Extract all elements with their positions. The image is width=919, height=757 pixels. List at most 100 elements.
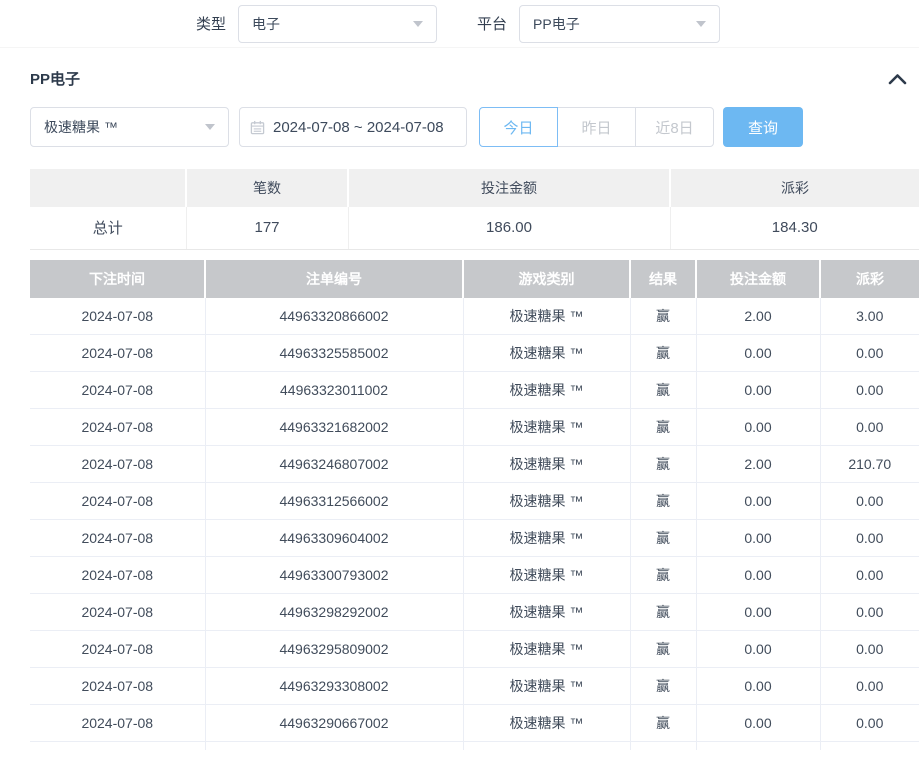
table-cell: 44963323011002 — [205, 372, 463, 409]
table-cell: 赢 — [630, 483, 696, 520]
search-button[interactable]: 查询 — [723, 107, 803, 147]
table-cell: 0.00 — [820, 705, 919, 742]
calendar-icon — [250, 120, 265, 135]
table-cell: 0.00 — [820, 520, 919, 557]
table-cell: 0.00 — [696, 668, 820, 705]
table-cell: 3.00 — [820, 298, 919, 335]
table-cell: 极速糖果 ™ — [463, 446, 630, 483]
summary-total-payout: 184.30 — [670, 207, 919, 249]
table-cell: 44963325585002 — [205, 335, 463, 372]
table-cell: 44963300793002 — [205, 557, 463, 594]
section-title: PP电子 — [30, 68, 80, 89]
summary-column-header: 笔数 — [186, 169, 348, 207]
table-cell: 44963290667002 — [205, 705, 463, 742]
table-row: 2024-07-0844963309604002极速糖果 ™赢0.000.00 — [30, 520, 919, 557]
summary-column-header: 派彩 — [670, 169, 919, 207]
table-cell: 0.00 — [820, 483, 919, 520]
table-cell: 极速糖果 ™ — [463, 668, 630, 705]
quick-range-group: 今日昨日近8日 — [479, 107, 714, 147]
table-row: 2024-07-0844963293308002极速糖果 ™赢0.000.00 — [30, 668, 919, 705]
date-range-picker[interactable]: 2024-07-08 ~ 2024-07-08 — [239, 107, 467, 147]
game-select-value: 极速糖果 ™ — [44, 117, 118, 137]
table-row-clipped — [30, 742, 919, 750]
type-select[interactable]: 电子 — [238, 5, 437, 43]
section-header: PP电子 — [0, 48, 919, 89]
table-cell: 0.00 — [696, 631, 820, 668]
table-cell: 极速糖果 ™ — [463, 298, 630, 335]
summary-column-header — [30, 169, 186, 207]
table-cell: 0.00 — [820, 409, 919, 446]
table-cell: 极速糖果 ™ — [463, 409, 630, 446]
platform-select-value: PP电子 — [533, 14, 580, 34]
table-row: 2024-07-0844963323011002极速糖果 ™赢0.000.00 — [30, 372, 919, 409]
quick-range-button-2[interactable]: 近8日 — [635, 107, 714, 147]
table-cell: 0.00 — [696, 372, 820, 409]
records-column-header: 注单编号 — [205, 260, 463, 298]
platform-label: 平台 — [477, 13, 507, 34]
summary-total-bet-amount: 186.00 — [348, 207, 670, 249]
table-cell: 赢 — [630, 298, 696, 335]
table-cell: 2024-07-08 — [30, 483, 205, 520]
table-cell: 0.00 — [696, 557, 820, 594]
game-select[interactable]: 极速糖果 ™ — [30, 107, 229, 147]
table-cell: 44963309604002 — [205, 520, 463, 557]
collapse-section-button[interactable] — [886, 71, 909, 87]
quick-range-button-1[interactable]: 昨日 — [557, 107, 636, 147]
table-cell: 赢 — [630, 668, 696, 705]
top-filter-bar: 类型 电子 平台 PP电子 — [0, 0, 919, 48]
table-cell: 44963293308002 — [205, 668, 463, 705]
table-cell: 0.00 — [820, 594, 919, 631]
table-cell: 赢 — [630, 409, 696, 446]
table-cell: 44963312566002 — [205, 483, 463, 520]
summary-total-row: 总计 177 186.00 184.30 — [30, 207, 919, 249]
table-cell: 极速糖果 ™ — [463, 335, 630, 372]
table-cell: 极速糖果 ™ — [463, 631, 630, 668]
table-cell: 0.00 — [820, 557, 919, 594]
summary-column-header: 投注金额 — [348, 169, 670, 207]
table-cell: 44963321682002 — [205, 409, 463, 446]
table-cell: 极速糖果 ™ — [463, 483, 630, 520]
table-cell: 2024-07-08 — [30, 631, 205, 668]
table-cell: 极速糖果 ™ — [463, 594, 630, 631]
table-cell: 极速糖果 ™ — [463, 372, 630, 409]
chevron-up-icon — [888, 73, 907, 85]
table-cell — [630, 742, 696, 750]
table-row: 2024-07-0844963298292002极速糖果 ™赢0.000.00 — [30, 594, 919, 631]
table-cell: 赢 — [630, 446, 696, 483]
records-column-header: 下注时间 — [30, 260, 205, 298]
records-column-header: 结果 — [630, 260, 696, 298]
table-cell: 0.00 — [696, 705, 820, 742]
summary-total-count: 177 — [186, 207, 348, 249]
table-cell: 2024-07-08 — [30, 335, 205, 372]
table-cell: 2024-07-08 — [30, 298, 205, 335]
table-cell: 0.00 — [820, 372, 919, 409]
table-cell: 极速糖果 ™ — [463, 705, 630, 742]
table-cell: 2024-07-08 — [30, 705, 205, 742]
table-cell: 2.00 — [696, 446, 820, 483]
date-range-value: 2024-07-08 ~ 2024-07-08 — [273, 119, 444, 136]
records-table: 下注时间注单编号游戏类别结果投注金额派彩 2024-07-08449633208… — [30, 260, 919, 750]
summary-header-row: 笔数投注金额派彩 — [30, 169, 919, 207]
table-cell — [820, 742, 919, 750]
table-cell: 210.70 — [820, 446, 919, 483]
type-label: 类型 — [196, 13, 226, 34]
records-column-header: 游戏类别 — [463, 260, 630, 298]
table-cell: 0.00 — [820, 668, 919, 705]
platform-select[interactable]: PP电子 — [519, 5, 720, 43]
table-row: 2024-07-0844963325585002极速糖果 ™赢0.000.00 — [30, 335, 919, 372]
table-cell: 2.00 — [696, 298, 820, 335]
table-row: 2024-07-0844963295809002极速糖果 ™赢0.000.00 — [30, 631, 919, 668]
table-cell — [30, 742, 205, 750]
table-cell: 赢 — [630, 631, 696, 668]
table-cell: 0.00 — [696, 594, 820, 631]
caret-down-icon — [205, 124, 215, 130]
table-cell: 极速糖果 ™ — [463, 520, 630, 557]
table-cell: 44963298292002 — [205, 594, 463, 631]
quick-range-button-0[interactable]: 今日 — [479, 107, 558, 147]
table-cell: 赢 — [630, 335, 696, 372]
table-row: 2024-07-0844963320866002极速糖果 ™赢2.003.00 — [30, 298, 919, 335]
records-column-header: 派彩 — [820, 260, 919, 298]
table-row: 2024-07-0844963300793002极速糖果 ™赢0.000.00 — [30, 557, 919, 594]
records-column-header: 投注金额 — [696, 260, 820, 298]
table-cell: 赢 — [630, 557, 696, 594]
